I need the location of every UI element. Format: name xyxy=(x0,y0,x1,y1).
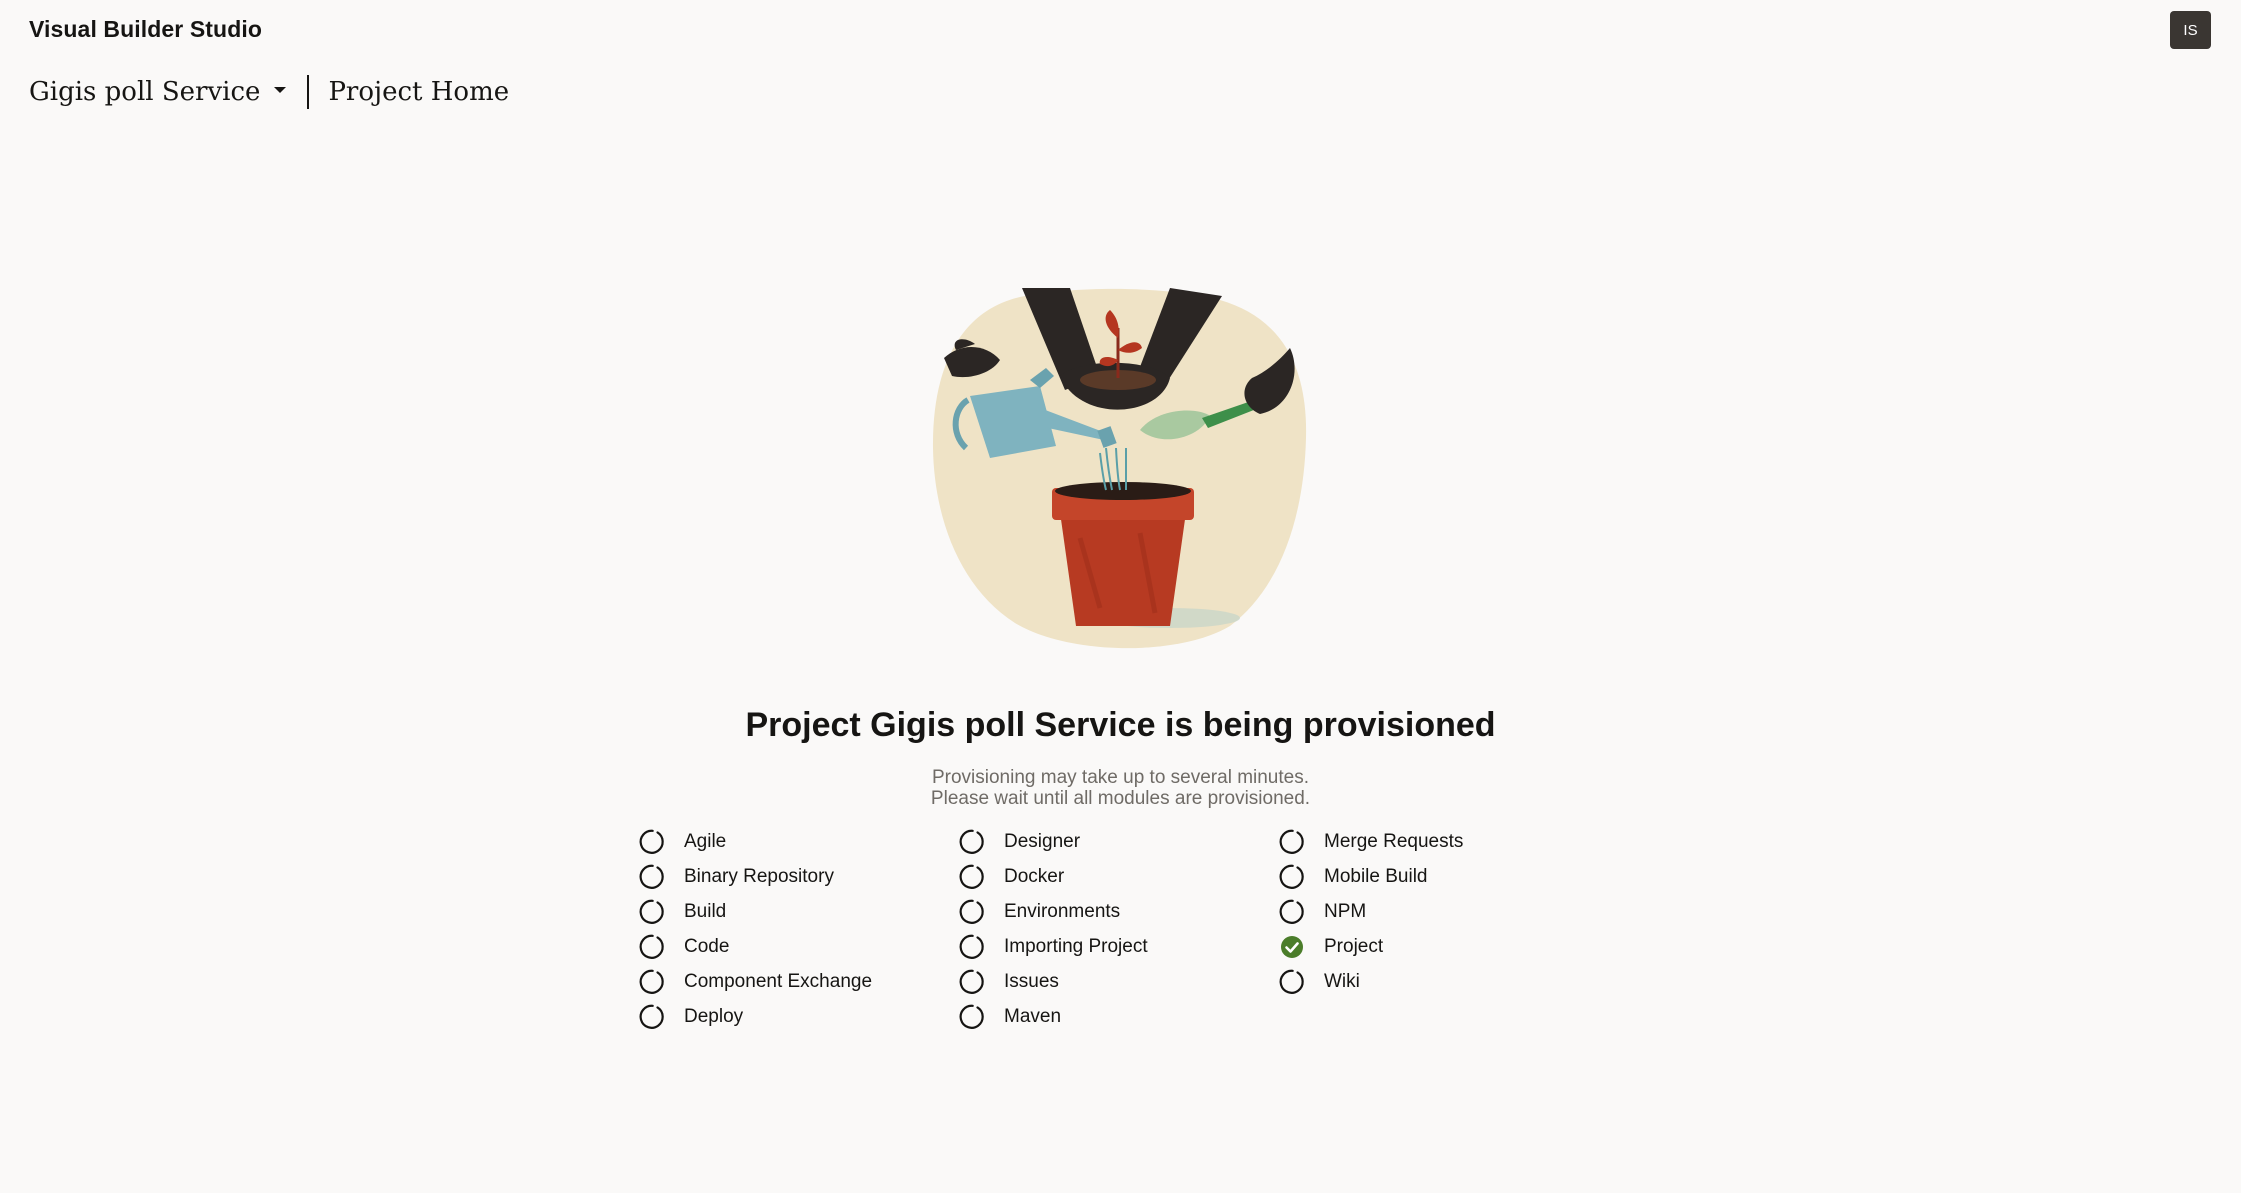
project-name: Gigis poll Service xyxy=(29,77,261,107)
module-item: Build xyxy=(638,894,958,929)
module-item: Component Exchange xyxy=(638,964,958,999)
spinner-icon xyxy=(958,933,986,961)
chevron-down-icon xyxy=(274,87,287,93)
app-title: Visual Builder Studio xyxy=(29,16,262,42)
spinner-icon xyxy=(1278,828,1306,856)
module-item: Issues xyxy=(958,964,1278,999)
module-label: Issues xyxy=(1004,970,1059,992)
module-label: Project xyxy=(1324,935,1384,957)
module-label: Wiki xyxy=(1324,970,1360,992)
module-label: Binary Repository xyxy=(684,865,834,887)
spinner-icon xyxy=(638,863,666,891)
module-item: Project xyxy=(1278,929,1478,964)
breadcrumb-divider xyxy=(307,75,310,109)
module-item: Importing Project xyxy=(958,929,1278,964)
module-item: Agile xyxy=(638,824,958,859)
module-status-list: Agile Binary Repository Build Code Component… xyxy=(638,824,1478,1034)
module-item: NPM xyxy=(1278,894,1478,929)
module-item: Mobile Build xyxy=(1278,859,1478,894)
spinner-icon xyxy=(638,968,666,996)
provisioning-subtext: Provisioning may take up to several minu… xyxy=(0,767,2241,809)
project-switcher-button[interactable]: Gigis poll Service xyxy=(29,77,287,107)
spinner-icon xyxy=(1278,968,1306,996)
user-avatar[interactable]: IS xyxy=(2170,11,2211,49)
module-item: Code xyxy=(638,929,958,964)
spinner-icon xyxy=(958,898,986,926)
module-label: Designer xyxy=(1004,830,1081,852)
module-item: Docker xyxy=(958,859,1278,894)
spinner-icon xyxy=(958,968,986,996)
check-circle-icon xyxy=(1278,933,1306,961)
subtext-line-1: Provisioning may take up to several minu… xyxy=(931,767,1309,788)
module-item: Merge Requests xyxy=(1278,824,1478,859)
module-label: Docker xyxy=(1004,865,1065,887)
spinner-icon xyxy=(958,1003,986,1031)
spinner-icon xyxy=(638,898,666,926)
module-item: Maven xyxy=(958,999,1278,1034)
spinner-icon xyxy=(638,933,666,961)
module-item: Environments xyxy=(958,894,1278,929)
spinner-icon xyxy=(958,863,986,891)
subtext-line-2: Please wait until all modules are provis… xyxy=(930,788,1311,809)
spinner-icon xyxy=(958,828,986,856)
module-label: Agile xyxy=(684,830,727,852)
spinner-icon xyxy=(1278,863,1306,891)
module-label: Merge Requests xyxy=(1324,830,1464,852)
planting-illustration xyxy=(932,288,1307,649)
module-label: Build xyxy=(684,900,727,922)
module-label: Importing Project xyxy=(1004,935,1148,957)
module-label: Component Exchange xyxy=(684,970,873,992)
module-label: Environments xyxy=(1004,900,1121,922)
spinner-icon xyxy=(1278,898,1306,926)
breadcrumb: Gigis poll Service Project Home xyxy=(29,72,509,112)
spinner-icon xyxy=(638,1003,666,1031)
module-item: Deploy xyxy=(638,999,958,1034)
spinner-icon xyxy=(638,828,666,856)
module-label: NPM xyxy=(1324,900,1367,922)
provisioning-headline: Project Gigis poll Service is being prov… xyxy=(745,706,1496,744)
module-item: Binary Repository xyxy=(638,859,958,894)
module-item: Wiki xyxy=(1278,964,1478,999)
page-title: Project Home xyxy=(328,77,510,107)
module-item: Designer xyxy=(958,824,1278,859)
module-label: Maven xyxy=(1004,1005,1062,1027)
module-label: Code xyxy=(684,935,730,957)
module-label: Mobile Build xyxy=(1324,865,1428,887)
module-label: Deploy xyxy=(684,1005,744,1027)
